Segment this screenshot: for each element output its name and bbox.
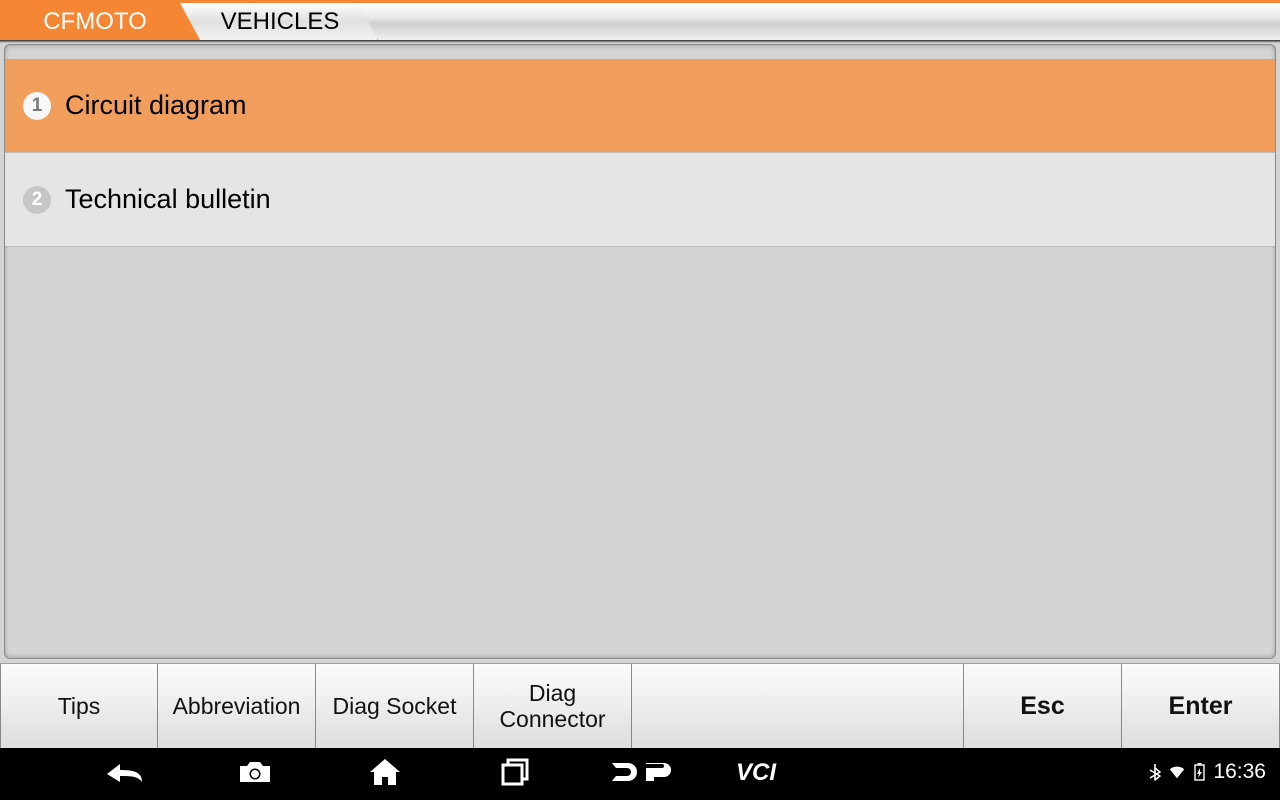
esc-button[interactable]: Esc <box>964 664 1122 748</box>
content-area: 1 Circuit diagram 2 Technical bulletin <box>0 40 1280 663</box>
list-item-technical-bulletin[interactable]: 2 Technical bulletin <box>5 153 1275 247</box>
esc-button-label: Esc <box>1020 692 1064 721</box>
item-label: Technical bulletin <box>65 184 271 215</box>
clock-text: 16:36 <box>1213 760 1266 784</box>
enter-button[interactable]: Enter <box>1122 664 1280 748</box>
vci-logo-icon[interactable]: VCI <box>710 748 840 796</box>
bluetooth-icon <box>1147 764 1163 780</box>
abbreviation-button[interactable]: Abbreviation <box>158 664 316 748</box>
enter-button-label: Enter <box>1169 692 1233 721</box>
abbreviation-button-label: Abbreviation <box>173 693 301 719</box>
function-button-bar: Tips Abbreviation Diag Socket Diag Conne… <box>0 663 1280 748</box>
dp-logo-icon[interactable] <box>580 748 710 796</box>
list-item-circuit-diagram[interactable]: 1 Circuit diagram <box>5 59 1275 153</box>
back-icon[interactable] <box>60 748 190 796</box>
item-label: Circuit diagram <box>65 90 247 121</box>
camera-icon[interactable] <box>190 748 320 796</box>
status-right-cluster: 16:36 <box>1147 760 1280 784</box>
home-icon[interactable] <box>320 748 450 796</box>
svg-text:VCI: VCI <box>736 760 777 784</box>
diag-connector-button-label: Diag Connector <box>480 680 625 733</box>
button-bar-spacer <box>632 664 964 748</box>
tab-vehicles[interactable]: VEHICLES <box>178 3 378 40</box>
diag-socket-button[interactable]: Diag Socket <box>316 664 474 748</box>
tips-button[interactable]: Tips <box>0 664 158 748</box>
system-status-bar: VCI 16:36 <box>0 748 1280 796</box>
breadcrumb-tabs: CFMOTO VEHICLES <box>0 0 1280 40</box>
panel: 1 Circuit diagram 2 Technical bulletin <box>4 44 1276 659</box>
tab-cfmoto[interactable]: CFMOTO <box>0 3 200 40</box>
diag-connector-button[interactable]: Diag Connector <box>474 664 632 748</box>
battery-charging-icon <box>1191 764 1207 780</box>
wifi-icon <box>1169 764 1185 780</box>
recent-apps-icon[interactable] <box>450 748 580 796</box>
tab-vehicles-label: VEHICLES <box>221 8 340 36</box>
tab-cfmoto-label: CFMOTO <box>43 8 147 36</box>
tips-button-label: Tips <box>58 693 101 719</box>
diag-socket-button-label: Diag Socket <box>332 693 456 719</box>
item-number-badge: 1 <box>23 92 51 120</box>
item-number-badge: 2 <box>23 186 51 214</box>
nav-icons-group: VCI <box>0 748 840 796</box>
menu-list: 1 Circuit diagram 2 Technical bulletin <box>5 45 1275 247</box>
